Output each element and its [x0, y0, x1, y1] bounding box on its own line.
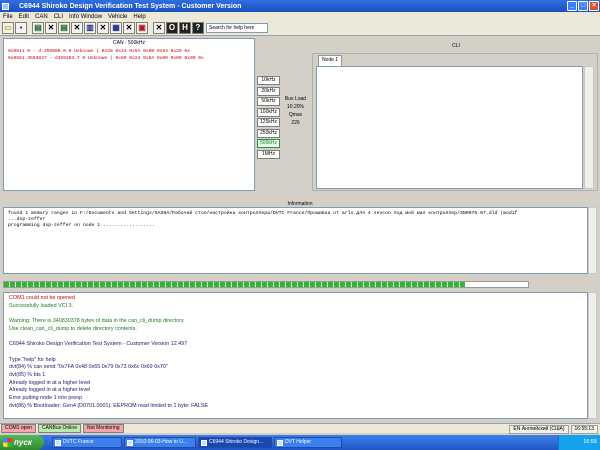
info-window-icon[interactable]: ▦	[110, 22, 122, 34]
task-how-to[interactable]: 2010-06-03-How to U...	[124, 437, 196, 448]
window-title: C6944 Shiroko Design Verification Test S…	[19, 2, 242, 10]
com-status: COM1 open	[1, 424, 36, 433]
task-dvt-helper[interactable]: DVT Helper	[274, 437, 342, 448]
info-line: ...dsp-zeffer	[8, 217, 46, 222]
taskbar: пуск DVTC France 2010-06-03-How to U... …	[0, 435, 600, 450]
monitor-h-icon[interactable]: H	[179, 22, 191, 34]
console-line: C6944 Shiroko Design Verification Test S…	[9, 341, 188, 348]
status-bar: COM1 open CANBus Online Not Monitoring E…	[0, 423, 600, 434]
console-line: dvt(85) % bts 1	[9, 372, 46, 378]
status-time: 16:55:13	[570, 424, 598, 434]
language-indicator[interactable]: EN Английский (США)	[509, 424, 569, 434]
speed-20khz-button[interactable]: 20kHz	[257, 86, 280, 96]
menu-info-window[interactable]: Info Window	[69, 14, 102, 20]
menu-vehicle[interactable]: Vehicle	[108, 14, 127, 20]
can-close-icon[interactable]: ✕	[45, 22, 57, 34]
console-line: Successfully loaded VCI 3.	[9, 302, 74, 309]
qmax-value: 226	[291, 120, 300, 126]
info-close-icon[interactable]: ✕	[123, 22, 135, 34]
info-output[interactable]: found 1 memory ranges in F:/Documents an…	[3, 207, 588, 274]
can-message-row[interactable]: 0x0611 0 - d-359009.0 0 Unknown ( 0x28 0…	[8, 49, 190, 54]
help-question-icon[interactable]: ?	[192, 22, 204, 34]
info-line: found 1 memory ranges in F:/Documents an…	[8, 211, 518, 216]
vehicle-icon[interactable]: ▣	[136, 22, 148, 34]
canbus-status: CANBus Online	[37, 424, 81, 433]
monitor-o-icon[interactable]: O	[166, 22, 178, 34]
can-message-list[interactable]: 0x0611 0 - d-359009.0 0 Unknown ( 0x28 0…	[3, 38, 255, 191]
qmax-label: Qmax	[288, 112, 303, 118]
folder-icon	[55, 440, 61, 446]
cli-panel-title: CLI	[452, 43, 460, 49]
menu-bar: File Edit CAN CLI Info Window Vehicle He…	[0, 12, 600, 21]
speed-50khz-button[interactable]: 50kHz	[257, 97, 280, 106]
progress-fill	[4, 282, 466, 287]
app-icon	[201, 440, 207, 446]
speed-10khz-button[interactable]: 10kHz	[257, 76, 280, 85]
can-panel-title: CAN - 500kHz	[113, 40, 145, 46]
menu-edit[interactable]: Edit	[19, 14, 29, 20]
bus-load-value: 10.20%	[287, 104, 304, 110]
close-button[interactable]: ×	[589, 1, 599, 11]
console-line: Warning: There is 340830378 bytes of dat…	[9, 318, 185, 325]
taskbar-clock: 16:55	[558, 435, 600, 450]
app-icon	[2, 2, 9, 10]
menu-help[interactable]: Help	[133, 14, 145, 20]
console-line: COM1 could not be opened	[9, 295, 75, 301]
cli-output[interactable]	[316, 66, 583, 189]
task-shiroko-dvt[interactable]: C6944 Shiroko Design...	[198, 437, 272, 448]
can-message-row[interactable]: 0x0581 3593837 - d359283.7 0 Unknown ( 0…	[8, 56, 204, 61]
can-record-icon[interactable]: ▤	[58, 22, 70, 34]
help-search-input[interactable]: Search for help here	[206, 23, 268, 33]
can-stop-icon[interactable]: ✕	[71, 22, 83, 34]
cli-open-icon[interactable]: ▥	[84, 22, 96, 34]
monitor-status: Not Monitoring	[82, 424, 124, 433]
speed-500khz-button[interactable]: 500kHz	[257, 139, 280, 148]
cancel-icon[interactable]: ✕	[153, 22, 165, 34]
title-bar: C6944 Shiroko Design Verification Test S…	[0, 0, 600, 12]
console-line: dvt(86) % Bootloader: Gen4 (D0701.0001).…	[9, 402, 208, 409]
can-speed-selector: 10kHz 20kHz 50kHz 100kHz 125kHz 250kHz 5…	[257, 76, 282, 160]
document-icon	[127, 440, 133, 446]
bus-load-readout: Bus Load 10.20% Qmax 226	[283, 95, 308, 127]
menu-can[interactable]: CAN	[35, 14, 48, 20]
speed-1mhz-button[interactable]: 1MHz	[257, 149, 280, 159]
open-folder-icon[interactable]: ▭	[2, 22, 14, 34]
task-dvtc-france[interactable]: DVTC France	[52, 437, 122, 448]
console-line: dvt(84) % can send "0x7FA 0x48 0x65 0x79…	[9, 364, 168, 371]
windows-flag-icon	[3, 438, 12, 447]
console-scrollbar[interactable]	[588, 292, 597, 419]
tab-node-1[interactable]: Node 1	[318, 55, 342, 66]
save-icon[interactable]: ▪	[15, 22, 27, 34]
bus-load-label: Bus Load	[284, 96, 307, 102]
console-output[interactable]: COM1 could not be opened Successfully loa…	[3, 292, 588, 419]
console-line: Already logged in at a higher level	[9, 379, 91, 386]
speed-250khz-button[interactable]: 250kHz	[257, 128, 280, 138]
info-line: programming dsp-zeffer on node 1 .......…	[8, 223, 155, 228]
helper-icon	[277, 440, 283, 446]
menu-cli[interactable]: CLI	[54, 14, 63, 20]
cli-close-icon[interactable]: ✕	[97, 22, 109, 34]
toolbar: ▭ ▪ ▤ ✕ ▤ ✕ ▥ ✕ ▦ ✕ ▣ ✕ O H ? Search for…	[0, 21, 600, 36]
speed-100khz-button[interactable]: 100kHz	[257, 107, 280, 117]
console-line: Already logged in at a higher level	[9, 387, 91, 394]
console-line: Use clean_can_cli_dump to delete directo…	[9, 325, 137, 332]
console-line: Error putting node 1 into preop	[9, 395, 83, 402]
console-line: Type "help" for help	[9, 356, 56, 363]
menu-file[interactable]: File	[3, 14, 13, 20]
maximize-button[interactable]: □	[578, 1, 588, 11]
minimize-button[interactable]: _	[567, 1, 577, 11]
start-button[interactable]: пуск	[0, 435, 44, 450]
cli-scrollbar[interactable]	[584, 66, 594, 189]
info-scrollbar[interactable]	[588, 207, 597, 274]
can-open-icon[interactable]: ▤	[32, 22, 44, 34]
speed-125khz-button[interactable]: 125kHz	[257, 118, 280, 127]
